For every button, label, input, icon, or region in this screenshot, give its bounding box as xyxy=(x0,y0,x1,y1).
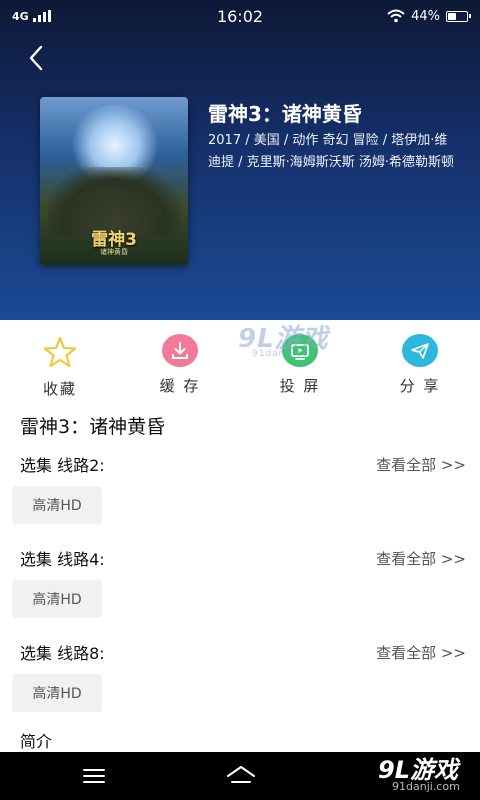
battery-icon xyxy=(446,10,471,22)
menu-button[interactable] xyxy=(82,766,106,786)
quality-chip[interactable]: 高清HD xyxy=(12,674,102,712)
movie-poster: 雷神3 诸神黄昏 xyxy=(40,97,188,265)
signal-icon xyxy=(32,10,51,22)
favorite-label: 收藏 xyxy=(42,380,77,398)
home-icon xyxy=(227,766,255,783)
favorite-button[interactable]: 收藏 xyxy=(0,334,120,398)
view-all-link[interactable]: 查看全部 >> xyxy=(376,548,466,569)
movie-header: 4G 16:02 44% 雷神3 诸神黄昏 雷神3：诸神黄昏 2017 / 美国… xyxy=(0,0,480,320)
wifi-icon xyxy=(387,9,405,23)
menu-icon xyxy=(83,769,105,783)
status-time: 16:02 xyxy=(216,6,264,26)
movie-title: 雷神3：诸神黄昏 xyxy=(208,102,362,126)
back-button[interactable] xyxy=(18,40,54,76)
episode-line-label: 选集 线路4: xyxy=(20,550,105,569)
star-icon xyxy=(42,334,78,370)
paper-plane-icon xyxy=(402,334,438,367)
quality-chip[interactable]: 高清HD xyxy=(12,486,102,524)
watermark-url: 91danji.com xyxy=(392,780,460,793)
cast-label: 投 屏 xyxy=(279,377,321,395)
episode-row: 选集 线路2: 查看全部 >> xyxy=(20,452,466,476)
movie-meta: 2017 / 美国 / 动作 奇幻 冒险 / 塔伊加·维迪提 / 克里斯·海姆斯… xyxy=(208,133,455,170)
share-label: 分 享 xyxy=(399,377,441,395)
download-icon xyxy=(162,334,198,367)
section-title: 雷神3：诸神黄昏 xyxy=(20,416,166,438)
poster-subtitle: 诸神黄昏 xyxy=(100,248,128,256)
episode-line-label: 选集 线路2: xyxy=(20,456,105,475)
chevron-left-icon xyxy=(29,45,43,71)
view-all-link[interactable]: 查看全部 >> xyxy=(376,454,466,475)
watermark-logo: 9L游戏 91danji.com xyxy=(238,324,329,359)
quality-chip[interactable]: 高清HD xyxy=(12,580,102,618)
episode-row: 选集 线路4: 查看全部 >> xyxy=(20,546,466,570)
share-button[interactable]: 分 享 xyxy=(360,334,480,396)
battery-percent: 44% xyxy=(411,8,440,24)
view-all-link[interactable]: 查看全部 >> xyxy=(376,642,466,663)
status-bar: 4G 16:02 44% xyxy=(0,0,480,32)
episode-row: 选集 线路8: 查看全部 >> xyxy=(20,640,466,664)
download-button[interactable]: 缓 存 xyxy=(120,334,240,396)
intro-heading: 简介 xyxy=(20,732,53,751)
network-type: 4G xyxy=(12,9,29,23)
episode-line-label: 选集 线路8: xyxy=(20,644,105,663)
download-label: 缓 存 xyxy=(159,377,201,395)
home-button[interactable] xyxy=(224,762,258,790)
